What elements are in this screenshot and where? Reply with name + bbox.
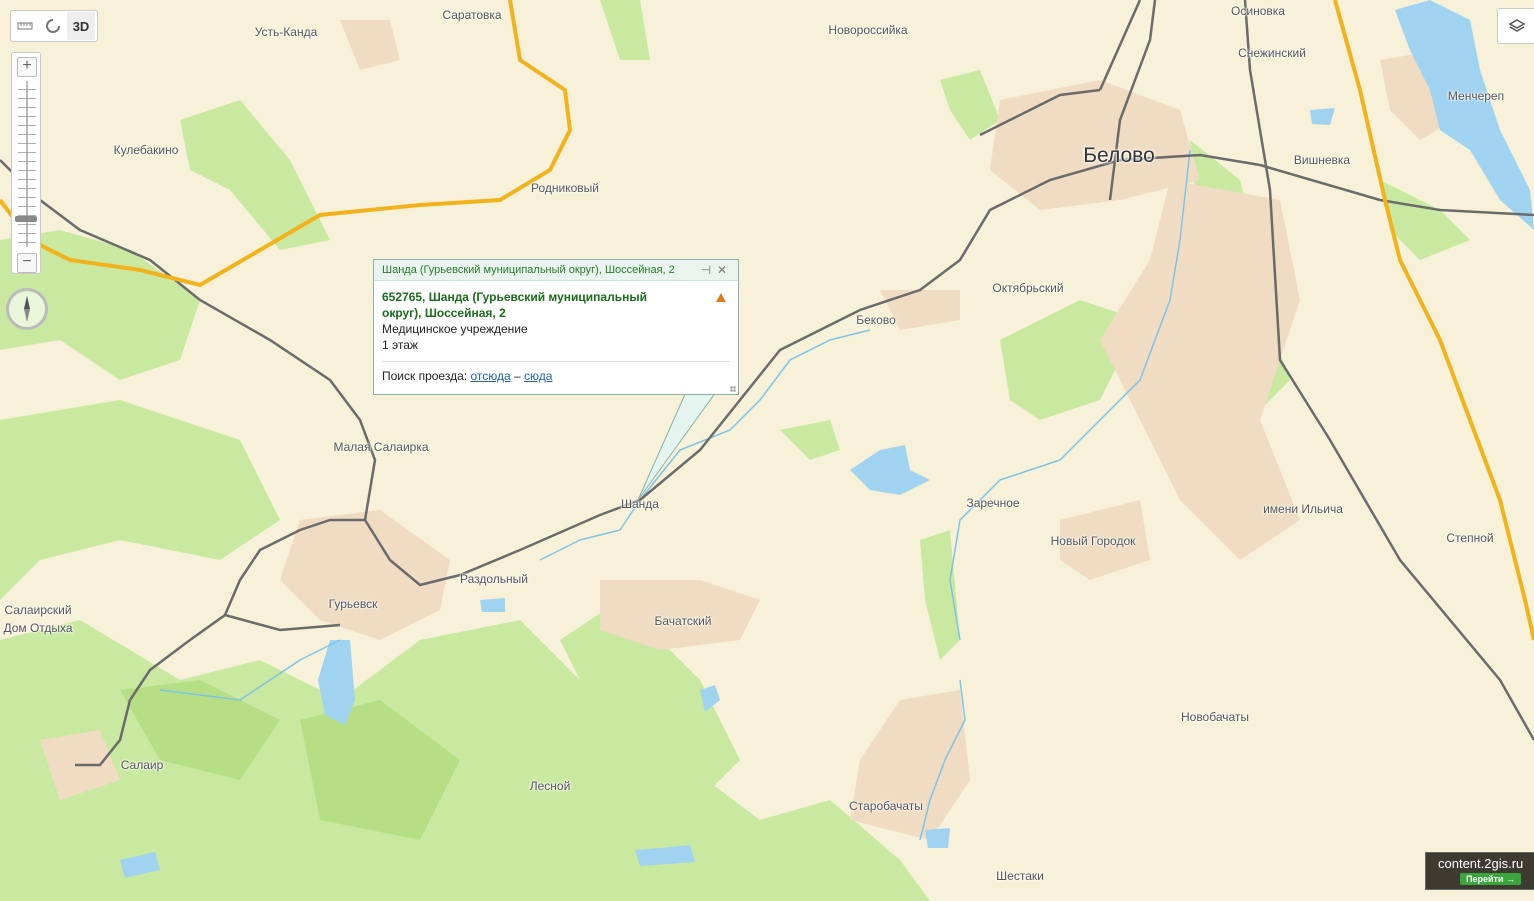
ruler-icon[interactable] — [11, 12, 39, 40]
close-icon[interactable]: ✕ — [714, 263, 730, 277]
popup-title: Шанда (Гурьевский муниципальный округ), … — [382, 264, 675, 276]
zoom-in-button[interactable]: + — [17, 57, 37, 77]
zoom-scale — [18, 81, 36, 247]
place-label[interactable]: Степной — [1446, 531, 1493, 545]
popup-resize-handle[interactable] — [730, 386, 736, 392]
ad-banner[interactable]: content.2gis.ru Перейти → — [1425, 852, 1534, 890]
place-label[interactable]: Старобачаты — [849, 799, 923, 813]
ad-title: content.2gis.ru — [1438, 856, 1524, 871]
place-label[interactable]: имени Ильича — [1263, 502, 1343, 516]
layers-icon — [1508, 19, 1526, 32]
place-label[interactable]: Вишневка — [1294, 153, 1350, 167]
area-icon[interactable] — [39, 12, 67, 40]
place-label[interactable]: Салаирский Дом Отдыха — [0, 601, 78, 637]
place-label[interactable]: Усть-Канда — [255, 25, 318, 39]
3d-button[interactable]: 3D — [67, 12, 95, 40]
route-label: Поиск проезда: — [382, 369, 468, 383]
route-search: Поиск проезда: отсюда – сюда — [382, 369, 730, 383]
place-label[interactable]: Раздольный — [460, 572, 528, 586]
place-label[interactable]: Осиновка — [1231, 4, 1285, 18]
map-canvas[interactable] — [0, 0, 1534, 901]
place-label[interactable]: Кулебакино — [114, 143, 179, 157]
place-label[interactable]: Саратовка — [442, 8, 501, 22]
compass-icon — [24, 296, 30, 322]
route-dash: – — [513, 369, 521, 383]
place-label[interactable]: Октябрьский — [992, 281, 1063, 295]
place-label[interactable]: Снежинский — [1238, 46, 1306, 60]
compass[interactable] — [6, 288, 48, 330]
popup-divider — [382, 361, 730, 362]
location-popup: Шанда (Гурьевский муниципальный округ), … — [373, 259, 739, 395]
place-label[interactable]: Беково — [856, 313, 896, 327]
layers-button[interactable] — [1497, 8, 1534, 44]
place-label[interactable]: Новый Городок — [1051, 534, 1136, 548]
popup-floor: 1 этаж — [382, 338, 418, 352]
popup-category: Медицинское учреждение — [382, 322, 528, 336]
pin-icon[interactable]: ⊣ — [698, 263, 714, 277]
place-label[interactable]: Новороссийка — [828, 23, 907, 37]
place-label[interactable]: Шанда — [621, 497, 659, 511]
place-label[interactable]: Шестаки — [996, 869, 1044, 883]
place-label-city[interactable]: Белово — [1083, 144, 1155, 168]
place-label[interactable]: Салаир — [121, 758, 164, 772]
zoom-out-button[interactable]: − — [17, 253, 37, 273]
place-label[interactable]: Малая Салаирка — [333, 440, 428, 454]
route-to-link[interactable]: сюда — [524, 369, 552, 383]
warning-icon[interactable] — [716, 293, 726, 302]
map-toolbar: 3D — [10, 10, 98, 42]
popup-header: Шанда (Гурьевский муниципальный округ), … — [374, 260, 738, 281]
place-label[interactable]: Новобачаты — [1181, 710, 1249, 724]
place-label[interactable]: Родниковый — [531, 181, 599, 195]
popup-address: 652765, Шанда (Гурьевский муниципальный … — [382, 290, 647, 320]
place-label[interactable]: Гурьевск — [329, 597, 378, 611]
route-from-link[interactable]: отсюда — [470, 369, 510, 383]
place-label[interactable]: Бачатский — [655, 614, 712, 628]
place-label[interactable]: Заречное — [966, 496, 1019, 510]
ad-go-button[interactable]: Перейти → — [1460, 873, 1521, 885]
place-label[interactable]: Менчереп — [1448, 89, 1504, 103]
zoom-control: + − — [11, 52, 41, 274]
place-label[interactable]: Лесной — [530, 779, 571, 793]
zoom-slider-handle[interactable] — [15, 215, 37, 222]
